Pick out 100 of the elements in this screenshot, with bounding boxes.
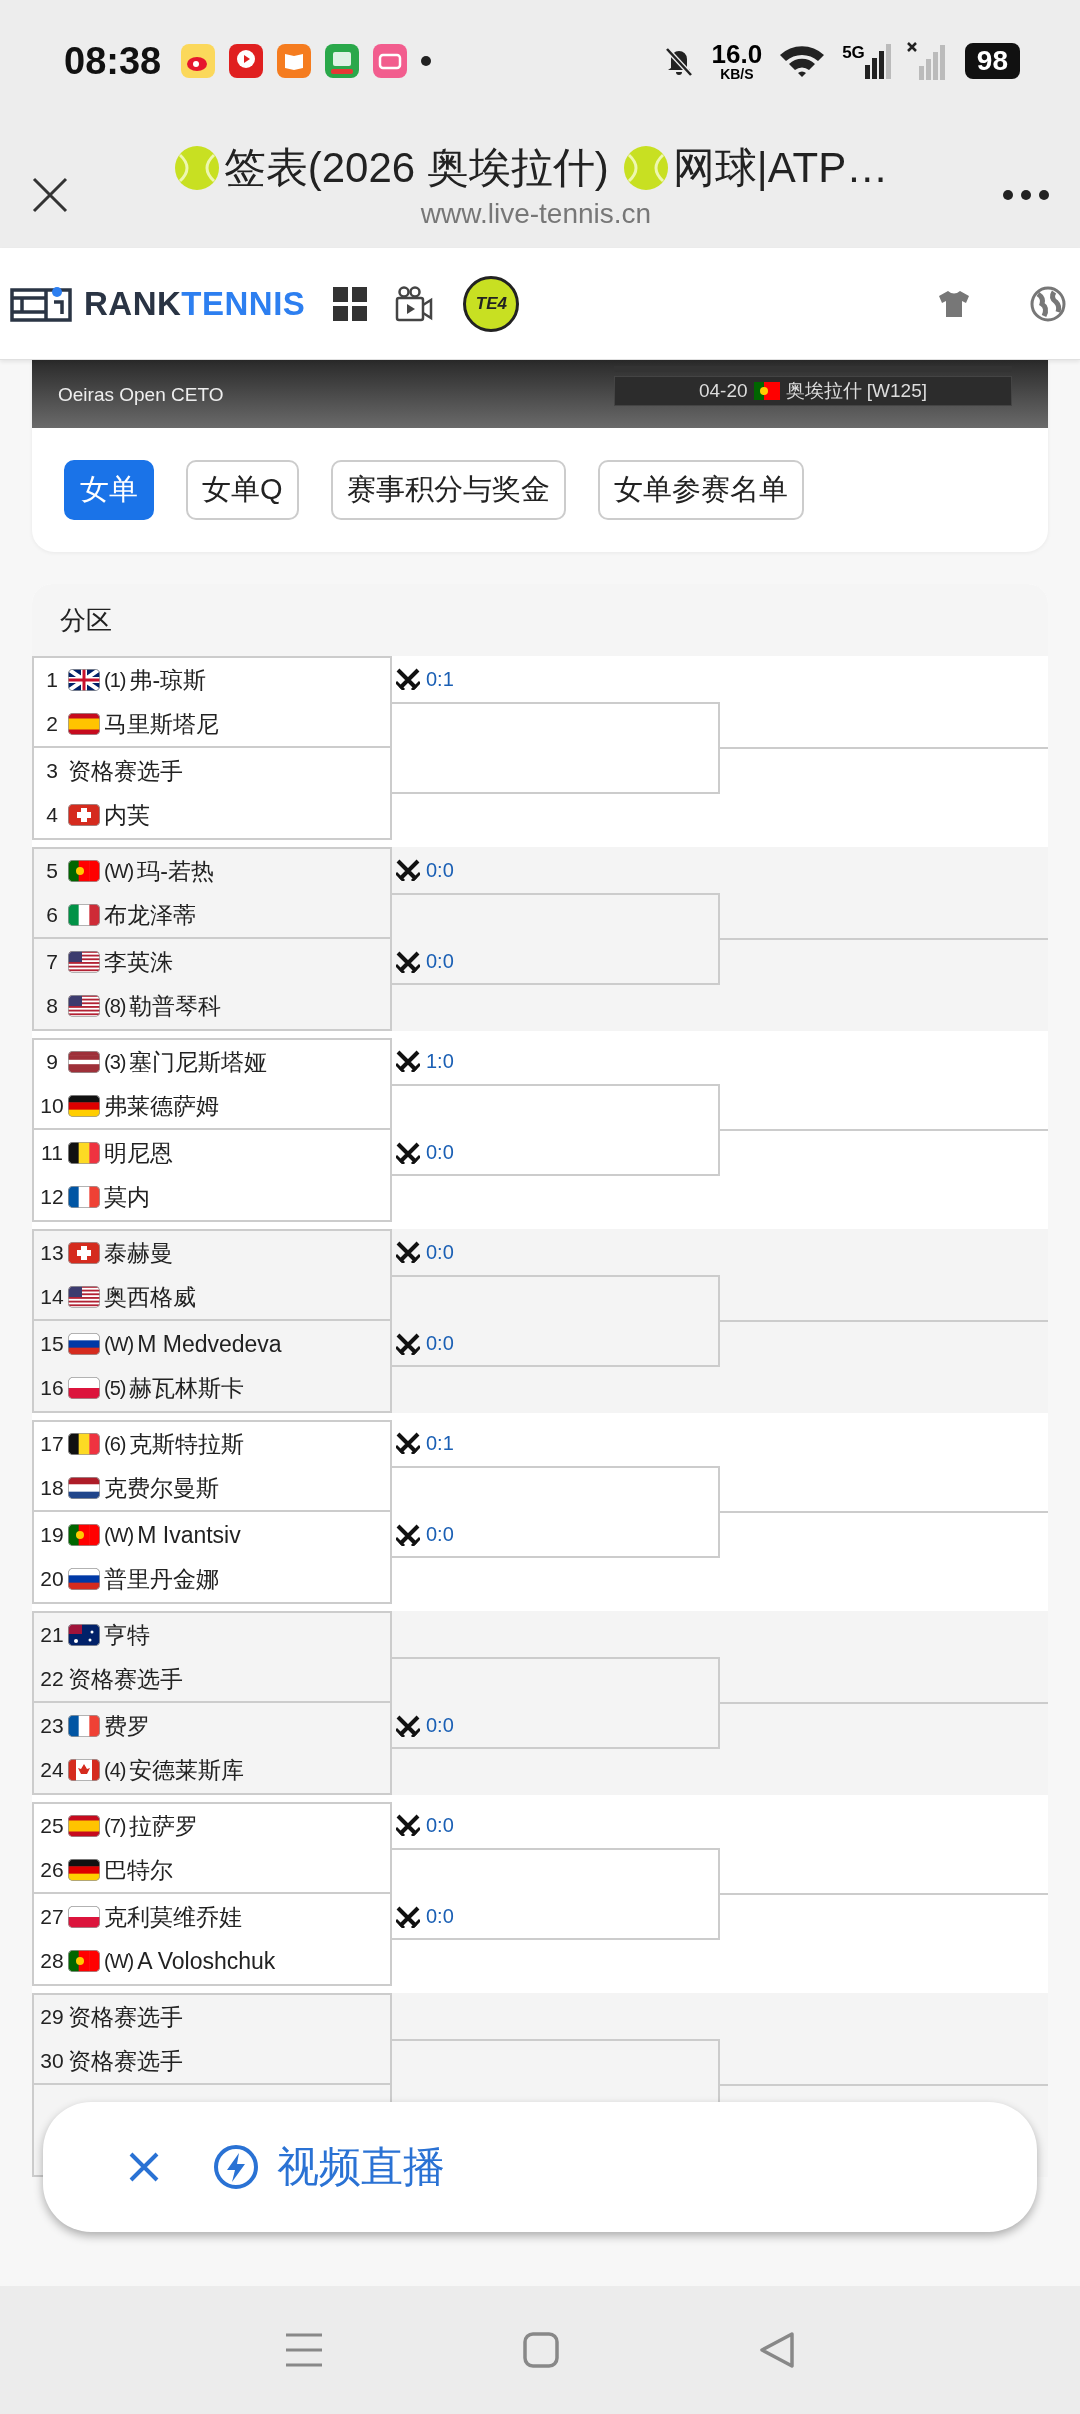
crossed-swords-icon <box>396 1241 420 1263</box>
flag-icon <box>68 1759 100 1781</box>
video-camera-icon[interactable] <box>395 285 434 322</box>
draw-position: 17 <box>40 1432 64 1456</box>
match-score[interactable]: 0:0 <box>426 950 454 973</box>
player-name[interactable]: A Voloshchuk <box>137 1947 276 1975</box>
more-icon[interactable] <box>1002 189 1050 201</box>
crossed-swords-icon <box>396 1905 420 1928</box>
player-name[interactable]: 亨特 <box>104 1619 150 1651</box>
player-name[interactable]: 泰赫曼 <box>104 1237 173 1269</box>
app-notification-icon <box>181 44 216 78</box>
player-name[interactable]: 克利莫维乔娃 <box>104 1901 242 1933</box>
seed-label: (4) <box>104 1758 126 1782</box>
flag-icon <box>68 1095 100 1117</box>
player-name[interactable]: M Ivantsiv <box>137 1521 241 1549</box>
draw-position: 8 <box>45 994 59 1018</box>
globe-icon[interactable] <box>1030 285 1066 322</box>
player-name[interactable]: M Medvedeva <box>137 1330 282 1358</box>
tennis-ball-icon <box>173 145 220 191</box>
crossed-swords-icon <box>396 950 420 973</box>
tab[interactable]: 女单参赛名单 <box>597 460 804 520</box>
draw-position: 26 <box>40 1858 64 1882</box>
player-name[interactable]: 奥西格威 <box>104 1281 196 1313</box>
seed-label: (W) <box>104 1949 134 1973</box>
video-live-link[interactable]: 视频直播 <box>213 2139 445 2195</box>
tab[interactable]: 赛事积分与奖金 <box>330 460 566 520</box>
player-name[interactable]: 克斯特拉斯 <box>129 1428 245 1460</box>
match-score[interactable]: 0:0 <box>426 1905 454 1928</box>
flag-icon <box>68 1906 100 1928</box>
flag-icon <box>68 1242 100 1264</box>
te4-badge[interactable]: TE4 <box>463 275 520 332</box>
player-name[interactable]: 玛-若热 <box>137 855 214 887</box>
player-name[interactable]: 资格赛选手 <box>68 2045 183 2077</box>
player-name[interactable]: 莫内 <box>104 1181 150 1213</box>
player-name[interactable]: 资格赛选手 <box>68 755 183 787</box>
player-name[interactable]: 马里斯塔尼 <box>104 708 219 740</box>
player-name[interactable]: 内芙 <box>104 799 150 831</box>
network-speed: 16.0 <box>711 41 763 67</box>
match-score[interactable]: 0:1 <box>426 1431 454 1455</box>
player-name[interactable]: 塞门尼斯塔娅 <box>129 1046 268 1078</box>
tab[interactable]: 女单Q <box>186 460 299 520</box>
draw-position: 10 <box>40 1094 64 1118</box>
flag-icon <box>68 1377 100 1399</box>
tennis-ball-icon <box>622 145 669 191</box>
flag-icon <box>68 1715 100 1737</box>
draw-position: 22 <box>40 1667 64 1691</box>
crossed-swords-icon <box>396 668 420 690</box>
flag-icon <box>68 1477 100 1499</box>
player-name[interactable]: 费罗 <box>104 1710 150 1742</box>
draw-position: 7 <box>45 950 59 974</box>
grid-icon[interactable] <box>333 286 368 321</box>
flag-icon <box>68 1186 100 1208</box>
seed-label: (W) <box>104 1523 134 1547</box>
match-score[interactable]: 0:0 <box>426 1332 454 1355</box>
player-name[interactable]: 李英洙 <box>104 946 173 978</box>
flag-icon <box>68 1286 100 1308</box>
player-name[interactable]: 资格赛选手 <box>68 2001 183 2033</box>
menu-icon[interactable] <box>285 2332 323 2368</box>
flag-icon <box>68 1333 100 1355</box>
match-score[interactable]: 1:0 <box>426 1049 454 1073</box>
flag-icon <box>68 1624 100 1646</box>
flag-icon <box>68 904 100 926</box>
player-name[interactable]: 克费尔曼斯 <box>104 1472 219 1504</box>
flag-icon <box>753 382 780 400</box>
player-name[interactable]: 勒普琴科 <box>129 990 222 1022</box>
flag-icon <box>68 995 100 1017</box>
crossed-swords-icon <box>396 1332 420 1355</box>
player-name[interactable]: 拉萨罗 <box>129 1810 199 1842</box>
close-icon[interactable] <box>127 2150 161 2184</box>
site-logo[interactable]: RANKTENNIS <box>84 284 306 323</box>
player-name[interactable]: 明尼恩 <box>104 1137 173 1169</box>
back-icon[interactable] <box>759 2332 795 2368</box>
seed-label: (3) <box>104 1050 126 1074</box>
player-name[interactable]: 赫瓦林斯卡 <box>129 1372 245 1404</box>
close-icon[interactable] <box>30 175 70 215</box>
flag-icon <box>68 1524 100 1546</box>
flag-icon <box>68 713 100 735</box>
app-notification-icon <box>277 44 312 78</box>
match-score[interactable]: 0:0 <box>426 1523 454 1546</box>
player-name[interactable]: 弗-琼斯 <box>129 664 207 696</box>
player-name[interactable]: 普里丹金娜 <box>104 1563 219 1595</box>
player-name[interactable]: 布龙泽蒂 <box>104 899 196 931</box>
match-score[interactable]: 0:1 <box>426 667 454 691</box>
home-icon[interactable] <box>523 2332 559 2368</box>
flag-icon <box>68 860 100 882</box>
player-name[interactable]: 弗莱德萨姆 <box>104 1090 219 1122</box>
match-score[interactable]: 0:0 <box>426 1141 454 1164</box>
match-score[interactable]: 0:0 <box>426 1813 454 1837</box>
player-name[interactable]: 安德莱斯库 <box>129 1754 245 1786</box>
status-time: 08:38 <box>64 39 162 83</box>
flag-icon <box>68 1051 100 1073</box>
player-name[interactable]: 巴特尔 <box>104 1854 173 1886</box>
match-score[interactable]: 0:0 <box>426 1240 454 1264</box>
player-name[interactable]: 资格赛选手 <box>68 1663 183 1695</box>
shirt-icon[interactable] <box>938 289 970 318</box>
tab[interactable]: 女单 <box>64 460 154 520</box>
match-score[interactable]: 0:0 <box>426 1714 454 1737</box>
match-score[interactable]: 0:0 <box>426 858 454 882</box>
lightning-icon <box>213 2144 259 2190</box>
wifi-icon <box>778 43 827 79</box>
